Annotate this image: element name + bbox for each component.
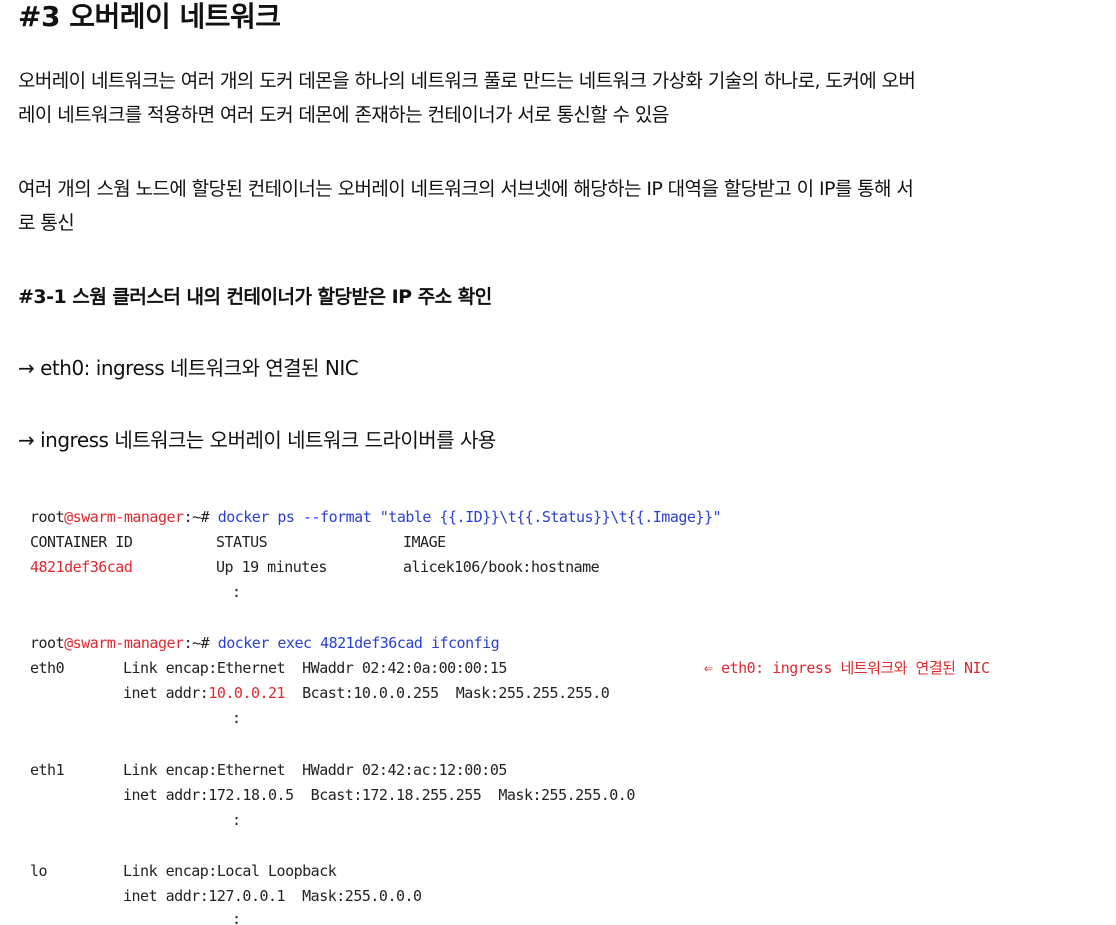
prompt-suffix: :~# — [183, 634, 210, 652]
link-info: Link encap:Ethernet HWaddr 02:42:0a:00:0… — [123, 659, 507, 677]
prompt-user: root — [30, 508, 65, 526]
ellipsis: : — [232, 910, 241, 925]
paragraph-line: 로 통신 — [18, 212, 75, 234]
command-text: docker exec 4821def36cad ifconfig — [217, 634, 500, 652]
ellipsis: : — [232, 583, 241, 601]
prompt-at: @ — [64, 634, 73, 652]
subsection-heading: #3-1 스웜 클러스터 내의 컨테이너가 할당받은 IP 주소 확인 — [18, 286, 492, 308]
swarm-ip-paragraph: 여러 개의 스웜 노드에 할당된 컨테이너는 오버레이 네트워크의 서브넷에 해… — [18, 172, 1110, 240]
ellipsis: : — [232, 709, 241, 727]
prompt-user: root — [30, 634, 65, 652]
prompt-line: root@swarm-manager:~# docker exec 4821de… — [30, 631, 500, 656]
eth0-note-line: → eth0: ingress 네트워크와 연결된 NIC — [18, 356, 359, 380]
link-info: Link encap:Local Loopback — [123, 862, 337, 880]
eth1-link-line: eth1 Link encap:Ethernet HWaddr 02:42:ac… — [30, 758, 1030, 783]
lo-link-line: lo Link encap:Local Loopback — [30, 859, 1030, 884]
interface-name: eth1 — [30, 761, 65, 779]
interface-name: lo — [30, 862, 48, 880]
inet-ip: 10.0.0.21 — [208, 684, 286, 702]
document-page: #3 오버레이 네트워크 오버레이 네트워크는 여러 개의 도커 데몬을 하나의… — [0, 0, 1116, 925]
container-id-cell: 4821def36cad — [30, 558, 133, 576]
prompt-at: @ — [64, 508, 73, 526]
eth0-link-line: eth0 Link encap:Ethernet HWaddr 02:42:0a… — [30, 656, 1090, 681]
lo-inet-line: inet addr:127.0.0.1 Mask:255.0.0.0 — [123, 887, 422, 905]
command-text: docker ps --format "table {{.ID}}\t{{.St… — [217, 508, 722, 526]
eth1-inet-line: inet addr:172.18.0.5 Bcast:172.18.255.25… — [123, 786, 635, 804]
paragraph-line: 레이 네트워크를 적용하면 여러 도커 데몬에 존재하는 컨테이너가 서로 통신… — [18, 104, 669, 126]
prompt-suffix: :~# — [183, 508, 210, 526]
section-heading: #3 오버레이 네트워크 — [18, 0, 281, 33]
image-cell: alicek106/book:hostname — [403, 558, 600, 576]
overlay-description-paragraph: 오버레이 네트워크는 여러 개의 도커 데몬을 하나의 네트워크 풀로 만드는 … — [18, 64, 1110, 132]
inet-rest: Bcast:10.0.0.255 Mask:255.255.255.0 — [285, 684, 610, 702]
status-cell: Up 19 minutes — [216, 558, 327, 576]
header-image: IMAGE — [403, 533, 446, 551]
ellipsis: : — [232, 811, 241, 829]
table-row: 4821def36cad Up 19 minutes alicek106/boo… — [30, 555, 1030, 580]
ingress-note-line: → ingress 네트워크는 오버레이 네트워크 드라이버를 사용 — [18, 428, 496, 452]
header-container-id: CONTAINER ID — [30, 533, 133, 551]
interface-name: eth0 — [30, 659, 65, 677]
prompt-line: root@swarm-manager:~# docker ps --format… — [30, 505, 722, 530]
paragraph-line: 오버레이 네트워크는 여러 개의 도커 데몬을 하나의 네트워크 풀로 만드는 … — [18, 70, 916, 92]
prompt-host: swarm-manager — [72, 634, 184, 652]
inet-label: inet addr: — [123, 684, 209, 702]
header-status: STATUS — [216, 533, 268, 551]
eth0-annotation: ⇐ eth0: ingress 네트워크와 연결된 NIC — [704, 659, 990, 677]
link-info: Link encap:Ethernet HWaddr 02:42:ac:12:0… — [123, 761, 507, 779]
eth0-inet-line: inet addr:10.0.0.21 Bcast:10.0.0.255 Mas… — [123, 681, 610, 706]
prompt-host: swarm-manager — [72, 508, 184, 526]
paragraph-line: 여러 개의 스웜 노드에 할당된 컨테이너는 오버레이 네트워크의 서브넷에 해… — [18, 178, 914, 200]
table-header-row: CONTAINER ID STATUS IMAGE — [30, 530, 1030, 555]
